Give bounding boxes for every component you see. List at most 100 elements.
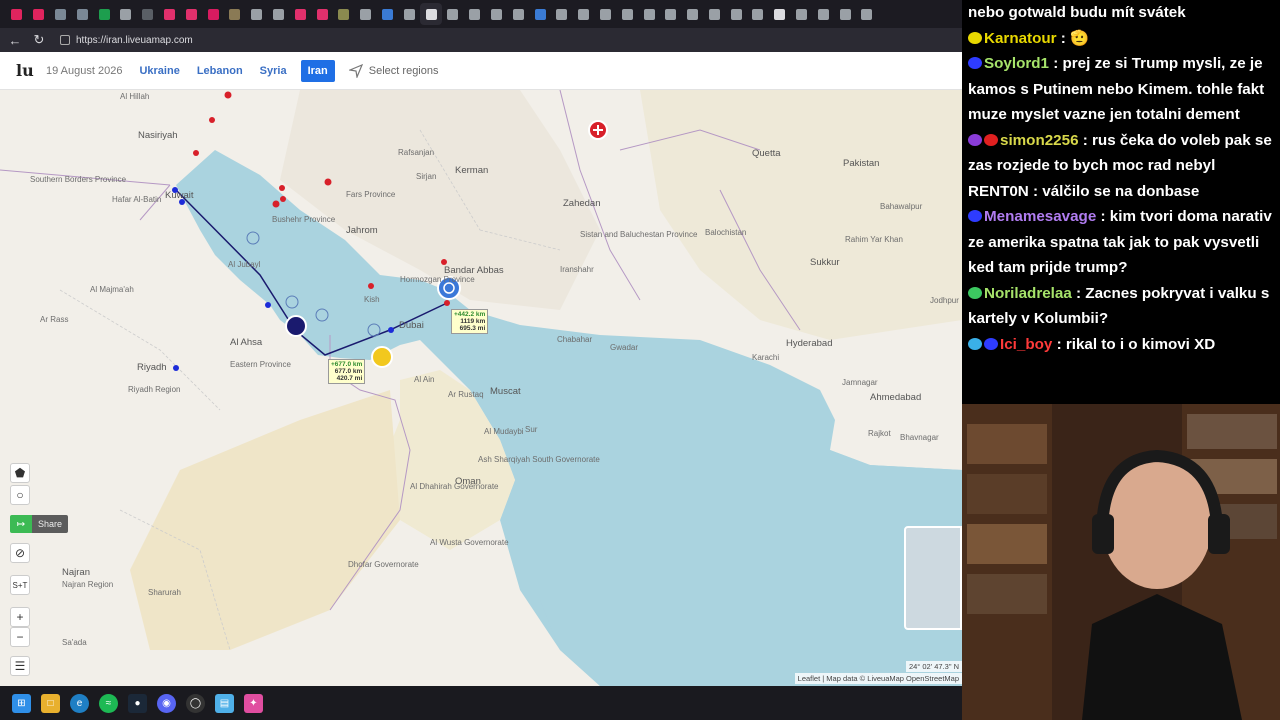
map-label: Southern Borders Province xyxy=(30,175,127,184)
hide-icon[interactable]: ⊘ xyxy=(10,543,30,563)
event-marker xyxy=(368,283,374,289)
chat-username[interactable]: Soylord1 xyxy=(984,55,1049,72)
browser-tab[interactable] xyxy=(486,3,508,25)
browser-tab[interactable] xyxy=(224,3,246,25)
browser-tab[interactable] xyxy=(747,3,769,25)
browser-tab[interactable] xyxy=(464,3,486,25)
address-bar[interactable]: https://iran.liveuamap.com xyxy=(56,31,956,49)
liveuamap-logo[interactable]: lu xyxy=(16,62,34,79)
reload-icon[interactable]: ↻ xyxy=(30,31,48,49)
browser-tab[interactable] xyxy=(420,3,442,25)
x-icon xyxy=(796,8,808,20)
chat-username[interactable]: Ici_boy xyxy=(1000,336,1052,353)
browser-tab[interactable] xyxy=(595,3,617,25)
site-info-icon[interactable] xyxy=(60,35,70,45)
browser-tab[interactable] xyxy=(812,3,834,25)
file-explorer-icon[interactable]: □ xyxy=(41,693,60,713)
browser-tab[interactable] xyxy=(507,3,529,25)
chat-message: Soylord1 : prej ze si Trump mysli, ze je… xyxy=(968,51,1274,128)
nav-syria[interactable]: Syria xyxy=(260,65,287,77)
browser-tab[interactable] xyxy=(355,3,377,25)
browser-tab[interactable] xyxy=(93,3,115,25)
map-label: Karachi xyxy=(752,353,780,362)
chat-username[interactable]: Karnatour xyxy=(984,30,1057,47)
select-regions-button[interactable]: Select regions xyxy=(348,63,439,78)
notepad-icon[interactable]: ▤ xyxy=(215,693,234,713)
browser-tab[interactable] xyxy=(638,3,660,25)
browser-tab[interactable] xyxy=(529,3,551,25)
browser-tab[interactable] xyxy=(551,3,573,25)
zoom-in-button[interactable]: + xyxy=(10,607,30,627)
layers-icon[interactable]: ☰ xyxy=(10,656,30,676)
x-icon xyxy=(752,8,764,20)
browser-tab[interactable] xyxy=(71,3,93,25)
browser-tab[interactable] xyxy=(398,3,420,25)
chat-username[interactable]: simon2256 xyxy=(1000,132,1079,149)
youtube-icon xyxy=(33,8,45,20)
nav-ukraine[interactable]: Ukraine xyxy=(139,65,179,77)
browser-tab[interactable] xyxy=(377,3,399,25)
browser-tab[interactable] xyxy=(856,3,878,25)
chat-badge-icon xyxy=(984,337,998,350)
measure-line: +677.0 km xyxy=(331,361,363,368)
browser-tab[interactable] xyxy=(660,3,682,25)
browser-tab[interactable] xyxy=(573,3,595,25)
map-label: Sukkur xyxy=(810,257,840,268)
browser-tab[interactable] xyxy=(289,3,311,25)
chat-username[interactable]: Noriladrelaa xyxy=(984,285,1072,302)
satellite-toggle[interactable]: S+T xyxy=(10,575,30,595)
map-label: Najran Region xyxy=(62,580,114,589)
map-label: Ar Rass xyxy=(40,315,69,324)
steam-icon[interactable]: ● xyxy=(128,693,147,713)
browser-tab[interactable] xyxy=(682,3,704,25)
minimap[interactable] xyxy=(904,526,962,630)
map-label: Ash Sharqiyah South Governorate xyxy=(478,455,600,464)
browser-tab[interactable] xyxy=(180,3,202,25)
liveuamap-icon xyxy=(425,8,437,20)
browser-tab[interactable] xyxy=(137,3,159,25)
browser-tab[interactable] xyxy=(159,3,181,25)
browser-tab[interactable] xyxy=(28,3,50,25)
browser-tab[interactable] xyxy=(442,3,464,25)
map-label: Kuwait xyxy=(165,190,194,201)
browser-tab[interactable] xyxy=(769,3,791,25)
browser-tab[interactable] xyxy=(834,3,856,25)
event-marker xyxy=(193,150,199,156)
browser-tab[interactable] xyxy=(791,3,813,25)
browser-tab[interactable] xyxy=(246,3,268,25)
browser-tab[interactable] xyxy=(704,3,726,25)
browser-tab[interactable] xyxy=(333,3,355,25)
browser-tab[interactable] xyxy=(202,3,224,25)
obs-icon[interactable]: ◯ xyxy=(186,693,205,713)
map-attribution[interactable]: Leaflet | Map data © LiveuaMap OpenStree… xyxy=(794,673,962,684)
browser-tab[interactable] xyxy=(616,3,638,25)
nav-lebanon[interactable]: Lebanon xyxy=(197,65,243,77)
browser-tab[interactable] xyxy=(268,3,290,25)
nav-iran[interactable]: Iran xyxy=(300,59,335,82)
map-label: Sa'ada xyxy=(62,638,87,647)
zoom-out-button[interactable]: − xyxy=(10,627,30,647)
taskbar: ⊞ □ e ≈ ● ◉ ◯ ▤ ✦ xyxy=(0,686,962,720)
draw-circle-icon[interactable]: ○ xyxy=(10,485,30,505)
browser-tab[interactable] xyxy=(6,3,28,25)
desert-region xyxy=(130,390,400,650)
select-regions-label: Select regions xyxy=(368,64,439,77)
map-label: Hyderabad xyxy=(786,338,833,349)
edge-browser-icon[interactable]: e xyxy=(70,693,89,713)
back-icon[interactable]: ← xyxy=(6,31,24,49)
map-label: Hormozgan Province xyxy=(400,275,475,284)
browser-tab[interactable] xyxy=(725,3,747,25)
draw-polygon-icon[interactable]: ⬟ xyxy=(10,463,30,483)
copilot-icon[interactable]: ✦ xyxy=(244,693,263,713)
chat-username[interactable]: RENT0N xyxy=(968,183,1029,200)
share-control[interactable]: ↦ Share xyxy=(10,515,69,533)
chat-username[interactable]: Menamesavage xyxy=(984,208,1096,225)
discord-icon[interactable]: ◉ xyxy=(157,693,176,713)
event-marker xyxy=(209,117,215,123)
browser-tab[interactable] xyxy=(311,3,333,25)
spotify-icon[interactable]: ≈ xyxy=(99,693,118,713)
browser-tab[interactable] xyxy=(115,3,137,25)
windows-start-icon[interactable]: ⊞ xyxy=(12,693,31,713)
browser-tab[interactable] xyxy=(50,3,72,25)
map-view[interactable]: Al Hillah Nasiriyah Kuwait Hafar Al-Batin Al… xyxy=(0,90,962,686)
